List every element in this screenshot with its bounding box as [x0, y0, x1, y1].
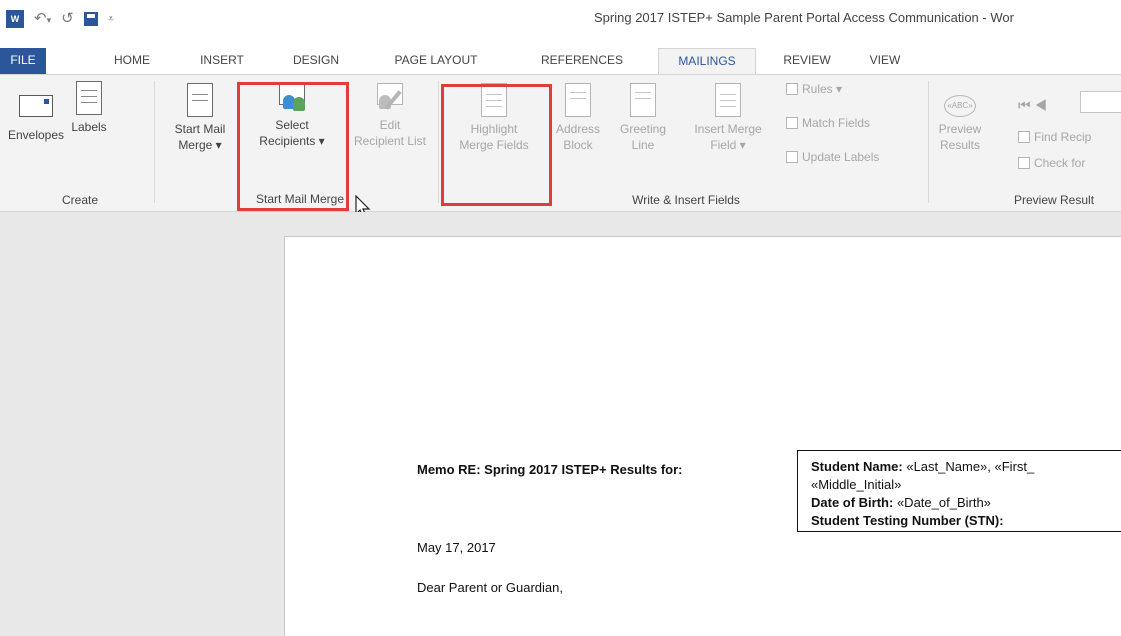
ribbon-tabs: FILE HOME INSERT DESIGN PAGE LAYOUT REFE… — [0, 48, 1121, 74]
rules-icon — [786, 83, 798, 95]
address-block-label-2: Block — [563, 138, 593, 152]
find-recipient-button[interactable]: Find Recip — [1018, 129, 1091, 145]
insert-merge-field-icon — [715, 83, 741, 117]
student-name-field: «Last_Name», «First_ — [902, 459, 1035, 474]
match-fields-icon — [786, 117, 798, 129]
check-for-errors-button[interactable]: Check for — [1018, 155, 1085, 171]
find-recipient-label: Find Recip — [1034, 130, 1092, 144]
start-mail-merge-icon — [187, 83, 213, 117]
insert-merge-field-label-1: Insert Merge — [694, 122, 762, 136]
tab-references[interactable]: REFERENCES — [530, 48, 634, 74]
insert-merge-field-label-2: Field ▾ — [710, 138, 746, 152]
envelope-icon — [19, 95, 53, 117]
stn-label: Student Testing Number (STN): — [811, 513, 1004, 528]
student-info-box[interactable]: Student Name: «Last_Name», «First_ «Midd… — [797, 450, 1121, 532]
select-recipients-highlight — [237, 82, 349, 211]
find-recipient-icon — [1018, 131, 1030, 143]
tab-review[interactable]: REVIEW — [776, 48, 838, 74]
tab-file[interactable]: FILE — [0, 48, 46, 74]
update-labels-label: Update Labels — [802, 150, 880, 164]
start-mail-merge-label-2: Merge ▾ — [178, 138, 222, 152]
preview-results-label-1: Preview — [938, 122, 982, 136]
customize-qat-icon[interactable]: ⩡ — [108, 10, 114, 28]
student-name-label: Student Name: — [811, 459, 903, 474]
address-block-label-1: Address — [555, 122, 601, 136]
greeting-line-button[interactable]: Greeting Line — [612, 83, 674, 153]
match-fields-label: Match Fields — [802, 116, 871, 130]
group-label-preview-results: Preview Result — [1014, 193, 1095, 207]
edit-recipient-list-button[interactable]: Edit Recipient List — [344, 83, 436, 149]
letter-date: May 17, 2017 — [417, 540, 496, 555]
title-bar: W ↶▾ ↺ ⩡ Spring 2017 ISTEP+ Sample Paren… — [0, 0, 1121, 48]
check-for-errors-icon — [1018, 157, 1030, 169]
address-block-icon — [565, 83, 591, 117]
dob-line: Date of Birth: «Date_of_Birth» — [811, 494, 1121, 512]
document-page[interactable] — [284, 236, 1121, 636]
group-label-write-insert: Write & Insert Fields — [632, 193, 740, 207]
labels-icon — [76, 81, 102, 115]
middle-initial-field: «Middle_Initial» — [811, 477, 902, 492]
tab-mailings[interactable]: MAILINGS — [658, 48, 756, 74]
tab-design[interactable]: DESIGN — [285, 48, 347, 74]
edit-recipient-list-label-1: Edit — [379, 118, 401, 132]
group-separator — [438, 81, 439, 203]
update-labels-icon — [786, 151, 798, 163]
greeting-line-label-1: Greeting — [619, 122, 667, 136]
labels-button[interactable]: Labels — [66, 81, 112, 135]
check-for-errors-label: Check for — [1034, 156, 1086, 170]
salutation: Dear Parent or Guardian, — [417, 580, 563, 595]
window-title: Spring 2017 ISTEP+ Sample Parent Portal … — [594, 10, 1014, 25]
tab-view[interactable]: VIEW — [862, 48, 908, 74]
edit-recipient-list-label-2: Recipient List — [353, 134, 427, 148]
update-labels-button[interactable]: Update Labels — [786, 149, 879, 165]
record-number-input[interactable] — [1080, 91, 1121, 113]
tab-page-layout[interactable]: PAGE LAYOUT — [384, 48, 488, 74]
greeting-line-label-2: Line — [631, 138, 655, 152]
tab-home[interactable]: HOME — [104, 48, 160, 74]
insert-merge-field-button[interactable]: Insert Merge Field ▾ — [676, 83, 780, 153]
group-separator — [154, 81, 155, 203]
ribbon: Envelopes Labels Create Start Mail Merge… — [0, 74, 1121, 212]
first-record-icon[interactable]: ⏮ ◀ — [1018, 97, 1047, 114]
student-name-line: Student Name: «Last_Name», «First_ — [811, 458, 1121, 476]
preview-results-button[interactable]: «ABC» Preview Results — [934, 95, 986, 153]
greeting-line-icon — [630, 83, 656, 117]
redo-icon[interactable]: ↺ — [61, 10, 74, 28]
undo-icon[interactable]: ↶▾ — [34, 10, 51, 29]
highlight-merge-fields-highlight — [441, 84, 552, 206]
quick-access-toolbar: W ↶▾ ↺ ⩡ — [6, 8, 114, 30]
envelopes-label: Envelopes — [7, 128, 65, 142]
dob-label: Date of Birth: — [811, 495, 894, 510]
tab-insert[interactable]: INSERT — [194, 48, 250, 74]
stn-line: Student Testing Number (STN): — [811, 512, 1121, 530]
start-mail-merge-button[interactable]: Start Mail Merge ▾ — [160, 83, 240, 153]
rules-button[interactable]: Rules ▾ — [786, 81, 842, 97]
start-mail-merge-label-1: Start Mail — [174, 122, 226, 136]
address-block-button[interactable]: Address Block — [550, 83, 606, 153]
rules-label: Rules ▾ — [802, 82, 843, 96]
dob-field: «Date_of_Birth» — [893, 495, 991, 510]
preview-abc-icon: «ABC» — [944, 95, 976, 117]
group-separator — [928, 81, 929, 203]
preview-results-label-2: Results — [939, 138, 980, 152]
word-logo-icon: W — [6, 10, 24, 28]
group-label-create: Create — [61, 193, 99, 207]
labels-label: Labels — [71, 120, 107, 134]
match-fields-button[interactable]: Match Fields — [786, 115, 870, 131]
memo-heading: Memo RE: Spring 2017 ISTEP+ Results for: — [417, 462, 683, 477]
envelopes-button[interactable]: Envelopes — [6, 95, 66, 143]
save-icon[interactable] — [83, 12, 98, 26]
edit-recipients-icon — [375, 83, 405, 113]
